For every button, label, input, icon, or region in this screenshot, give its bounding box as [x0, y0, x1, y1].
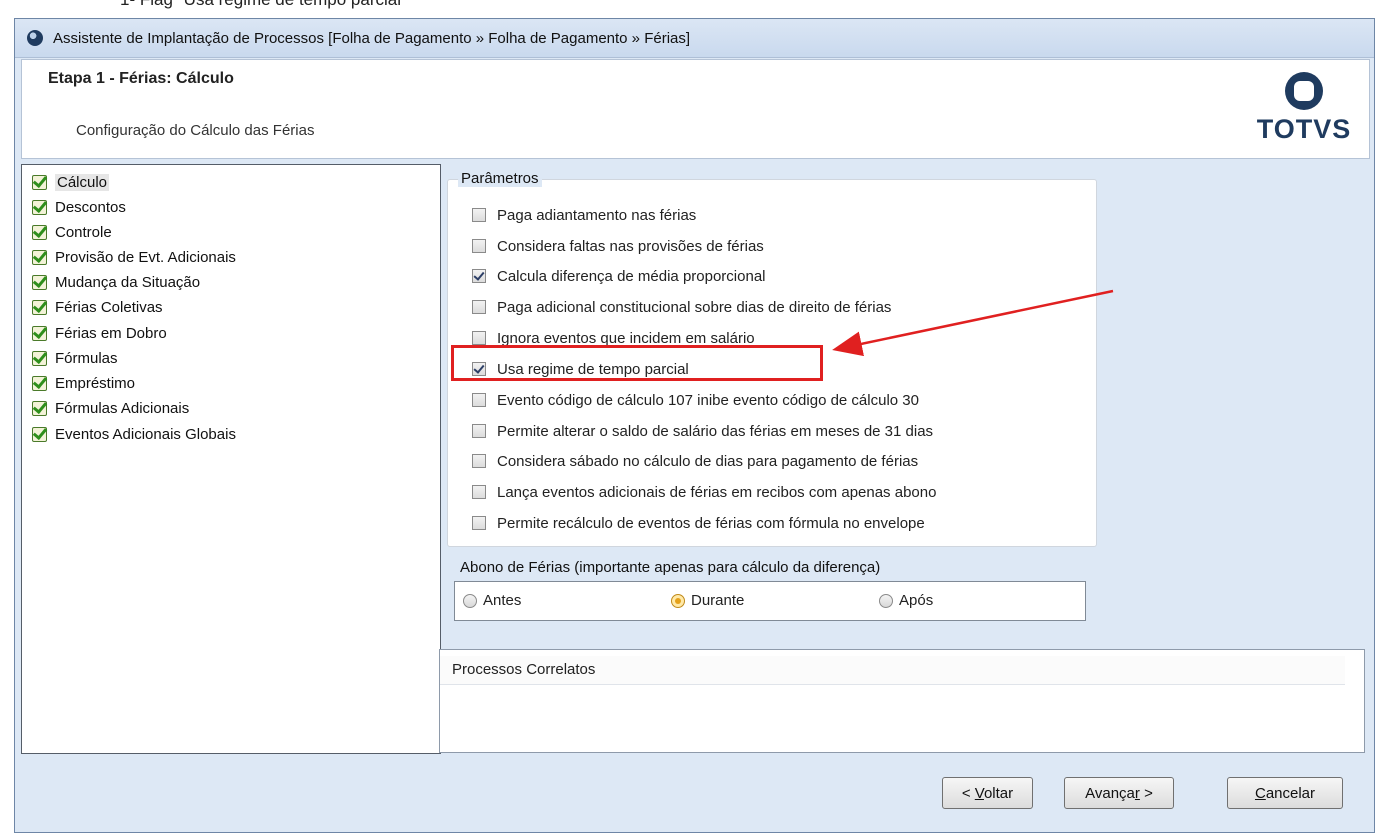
radio-button[interactable]	[463, 593, 477, 608]
avancar-label: Avançar >	[1085, 784, 1153, 802]
caption-text: 1- Flag "Usa regime de tempo parcial"	[120, 0, 407, 10]
processos-correlatos-panel: Processos Correlatos	[439, 649, 1365, 753]
processos-header: Processos Correlatos	[440, 656, 1345, 685]
button-bar: < Voltar Avançar > Cancelar	[15, 755, 1374, 832]
radio-label: Após	[899, 592, 934, 609]
radio-apos[interactable]: Após	[879, 592, 933, 609]
cancelar-label: Cancelar	[1254, 784, 1316, 802]
radio-label: Antes	[483, 592, 522, 609]
abono-group: Abono de Férias (importante apenas para …	[447, 559, 1093, 625]
abono-options: Antes Durante Após	[454, 581, 1086, 621]
processos-title: Processos Correlatos	[452, 661, 596, 678]
abono-title: Abono de Férias (importante apenas para …	[457, 559, 884, 576]
radio-button[interactable]	[879, 593, 893, 608]
cancelar-button[interactable]: Cancelar	[1227, 777, 1343, 809]
radio-antes[interactable]: Antes	[463, 592, 521, 609]
radio-durante[interactable]: Durante	[671, 592, 744, 609]
radio-button[interactable]	[671, 593, 685, 608]
radio-label: Durante	[691, 592, 745, 609]
voltar-label: < Voltar	[961, 784, 1014, 802]
avancar-button[interactable]: Avançar >	[1064, 777, 1174, 809]
voltar-button[interactable]: < Voltar	[942, 777, 1033, 809]
wizard-window: Assistente de Implantação de Processos […	[14, 18, 1375, 833]
page-caption: 1- Flag "Usa regime de tempo parcial"	[0, 0, 1381, 16]
